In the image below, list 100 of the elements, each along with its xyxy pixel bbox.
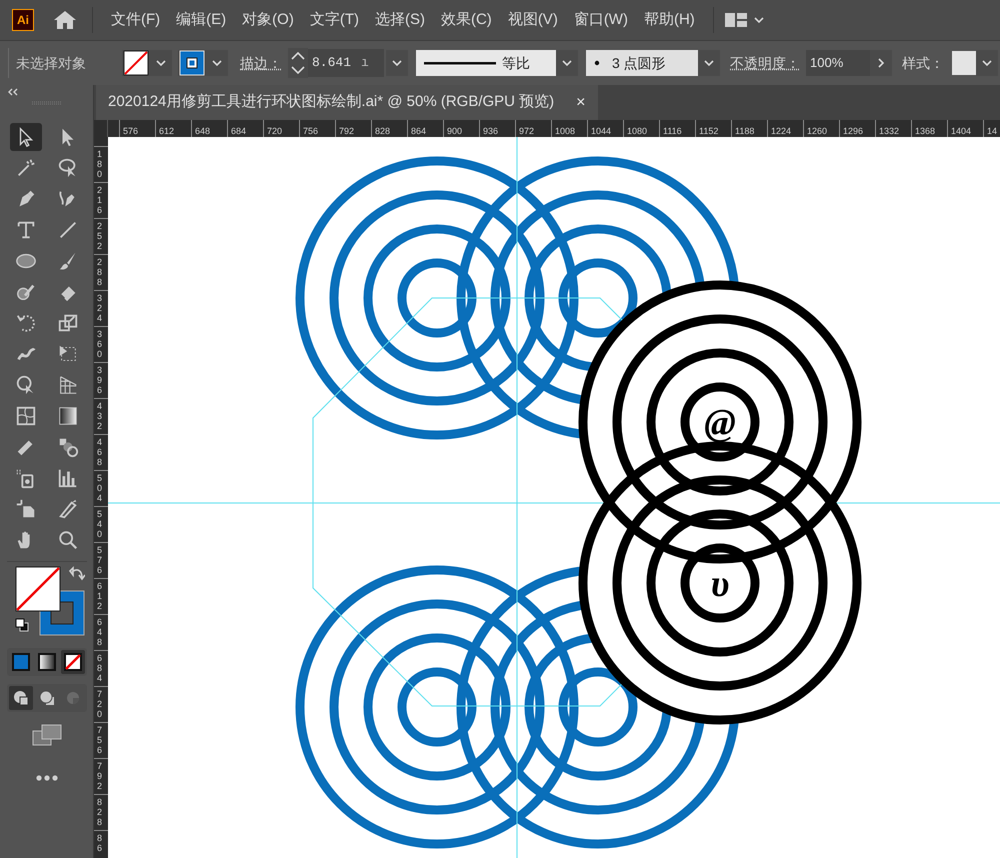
color-icon: [10, 651, 32, 673]
menu-item[interactable]: 对象(O): [234, 8, 302, 32]
stroke-weight-field[interactable]: 8.641 ı: [308, 49, 384, 77]
stroke-profile-dropdown[interactable]: 等比: [416, 50, 556, 76]
ruler-label: 540: [97, 509, 103, 539]
ruler-label: 1080: [627, 126, 648, 136]
symbol-sprayer-icon: [14, 467, 36, 489]
menu-item[interactable]: 视图(V): [500, 8, 566, 32]
ruler-label: 720: [267, 126, 282, 136]
menu-item[interactable]: 帮助(H): [636, 8, 703, 32]
ruler-label: 828: [97, 797, 103, 827]
ruler-label: 1332: [879, 126, 900, 136]
ruler-label: 648: [97, 617, 103, 647]
glyph-text: @: [704, 402, 736, 444]
knife-icon: [56, 498, 78, 520]
dropdown-button[interactable]: [976, 50, 998, 76]
menu-item[interactable]: 选择(S): [366, 8, 433, 32]
gradient-icon: [56, 405, 78, 427]
ruler-label: 828: [375, 126, 390, 136]
ruler-label: 432: [97, 401, 103, 431]
ruler-label: 936: [483, 126, 498, 136]
ruler-label: 1296: [843, 126, 864, 136]
grip-icon: [32, 101, 62, 105]
ruler-label: 900: [447, 126, 462, 136]
ruler-label: 360: [97, 329, 103, 359]
collapse-icon[interactable]: [6, 87, 20, 97]
ruler-label: 1116: [663, 126, 682, 136]
ruler-label: 972: [519, 126, 534, 136]
artboard-icon: [14, 498, 36, 520]
ruler-label: 1188: [735, 126, 754, 136]
none-icon: [62, 651, 84, 673]
ruler-label: 324: [97, 293, 103, 323]
opacity-label: 不透明度：: [730, 54, 800, 72]
ruler-label: 468: [97, 437, 103, 467]
ruler-label: 720: [97, 689, 103, 719]
brush-dropdown[interactable]: 3 点圆形: [586, 50, 698, 76]
style-swatch-icon[interactable]: [952, 51, 976, 75]
stroke-label: 描边：: [240, 54, 282, 72]
ruler-label: 1044: [591, 126, 612, 136]
opacity-button[interactable]: [870, 50, 892, 76]
color-mode-button[interactable]: [60, 650, 84, 674]
ruler-label: 216: [97, 185, 103, 215]
more-icon[interactable]: [34, 774, 58, 782]
swap-icon[interactable]: [68, 566, 84, 582]
ruler-label: 504: [97, 473, 103, 503]
tool-button[interactable]: [10, 123, 42, 151]
menu-item[interactable]: 编辑(E): [168, 8, 234, 32]
home-icon[interactable]: [52, 9, 78, 31]
fill-swatch-icon[interactable]: [14, 566, 60, 612]
draw-mode-button[interactable]: [8, 686, 32, 710]
ruler-label: 756: [303, 126, 318, 136]
dropdown-button[interactable]: [386, 50, 408, 76]
spinner-icon[interactable]: [288, 48, 308, 78]
menu-item[interactable]: 文字(T): [302, 8, 367, 32]
ruler-label: 684: [97, 653, 103, 683]
lasso-icon: [56, 157, 78, 179]
ruler-label: 612: [159, 126, 174, 136]
ruler-label: 252: [97, 221, 103, 251]
default-colors-icon[interactable]: [14, 618, 28, 632]
ruler-label: 396: [97, 365, 103, 395]
ruler-label: 612: [97, 581, 103, 611]
ruler-label: 1404: [951, 126, 972, 136]
ruler-label: 576: [123, 126, 138, 136]
ruler-label: 792: [339, 126, 354, 136]
ruler-label: 756: [97, 725, 103, 755]
menu-item[interactable]: 文件(F): [103, 8, 168, 32]
ruler-label: 288: [97, 257, 103, 287]
ruler-label: 1224: [771, 126, 792, 136]
ruler-label: 864: [411, 126, 426, 136]
opacity-field[interactable]: 100%: [806, 50, 870, 76]
ruler-label: 684: [231, 126, 246, 136]
layout-icon: [724, 12, 748, 28]
style-label: 样式：: [902, 54, 944, 72]
dot-icon: [594, 60, 600, 66]
gradient-icon: [36, 651, 58, 673]
ruler-label: 180: [97, 149, 103, 179]
dropdown-button[interactable]: [556, 50, 578, 76]
stroke-line-icon: [424, 61, 496, 65]
rotate-icon: [14, 312, 36, 334]
screen-mode-icon[interactable]: [32, 724, 62, 746]
ruler-label: 1008: [555, 126, 576, 136]
document-tab[interactable]: 2020124用修剪工具进行环状图标绘制.ai* @ 50% (RGB/GPU 预览) ×: [96, 85, 598, 120]
ruler-label: 1368: [915, 126, 936, 136]
menu-item[interactable]: 窗口(W): [566, 8, 636, 32]
bar-graph-icon: [56, 467, 78, 489]
ruler-label: 86: [97, 833, 103, 853]
fill-swatch-icon[interactable]: [122, 50, 150, 76]
dropdown-button[interactable]: [698, 50, 720, 76]
close-button[interactable]: ×: [576, 90, 586, 114]
ruler-label: 576: [97, 545, 103, 575]
ruler-label: 792: [97, 761, 103, 791]
scale-icon: [56, 312, 78, 334]
zoom-icon: [56, 529, 78, 551]
ruler-label: 1152: [699, 126, 718, 136]
mesh-icon: [14, 405, 36, 427]
ruler-label: 1260: [807, 126, 828, 136]
ruler-label: 14: [987, 126, 998, 136]
selection-status: 未选择对象: [16, 54, 86, 72]
menu-item[interactable]: 效果(C): [432, 8, 500, 32]
glyph-text: υ: [710, 563, 730, 605]
